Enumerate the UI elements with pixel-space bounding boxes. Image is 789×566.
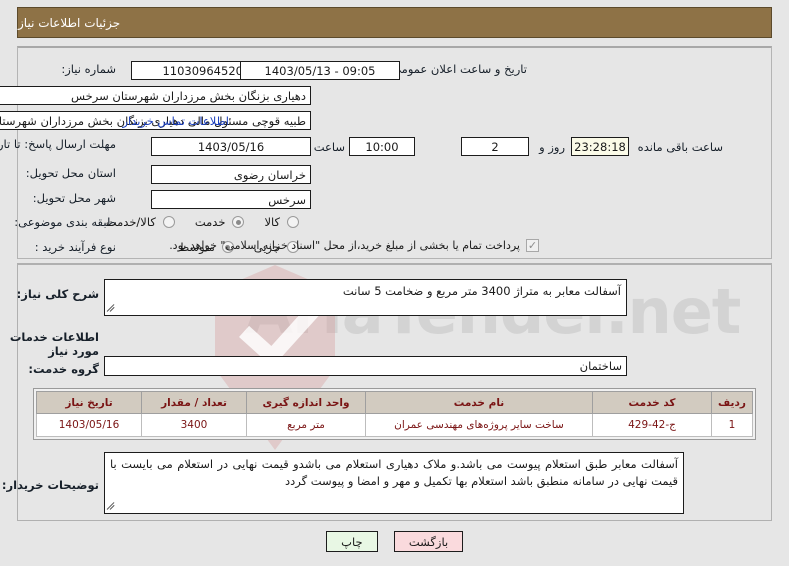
delivery-city-field[interactable]: سرخس [151,190,311,209]
deadline-time-value: 10:00 [365,139,399,154]
cell-radif: 1 [711,413,753,437]
delivery-province-field[interactable]: خراسان رضوی [151,165,311,184]
deadline-countdown-label: ساعت باقی مانده [637,140,723,154]
service-group-label: گروه خدمت: [28,362,99,376]
cell-qty: 3400 [141,413,247,437]
radio-icon-kala[interactable] [287,216,299,228]
deadline-countdown-value: 23:28:18 [574,139,626,154]
buyer-notes-resize-grip-icon[interactable] [107,501,117,511]
buyer-notes-label: توضیحات خریدار: [1,478,99,492]
buyer-org-value: دهیاری بزنگان بخش مرزداران شهرستان سرخس [71,88,306,103]
window-title-bar: جزئیات اطلاعات نیاز [17,7,772,38]
subject-category-option-kala[interactable]: کالا [262,215,299,229]
cell-name: ساخت سایر پروژه‌های مهندسی عمران [365,413,593,437]
services-section-heading: اطلاعات خدمات مورد نیاز [9,330,99,358]
buyer-notes-value: آسفالت معابر طبق استعلام پیوست می باشد.و… [110,457,678,488]
deadline-time-label: ساعت [313,140,345,154]
need-number-label: شماره نیاز: [61,62,116,76]
table-header-row: ردیف کد خدمت نام خدمت واحد اندازه گیری ت… [36,391,753,414]
deadline-days-field[interactable]: 2 [461,137,529,156]
service-group-value: ساختمان [579,359,622,373]
table-row[interactable]: 1 ج-42-429 ساخت سایر پروژه‌های مهندسی عم… [36,413,753,437]
public-announce-value: 09:05 - 1403/05/13 [264,63,376,78]
deadline-label: مهلت ارسال پاسخ: تا تاریخ: [0,137,116,151]
th-code: کد خدمت [592,391,712,414]
buyer-contact-link[interactable]: اطلاعات تماس خریدار [122,114,229,128]
th-need-date: تاریخ نیاز [36,391,142,414]
services-table: ردیف کد خدمت نام خدمت واحد اندازه گیری ت… [36,391,753,437]
public-announce-label: تاریخ و ساعت اعلان عمومی: [388,62,527,76]
deadline-days-label: روز و [539,140,565,154]
subject-category-kala-khedmat-label: کالا/خدمت [105,215,156,229]
subject-category-label: طبقه بندی موضوعی: [14,215,116,229]
cell-need-date: 1403/05/16 [36,413,142,437]
deadline-countdown-field: 23:28:18 [571,137,629,156]
general-desc-value: آسفالت معابر به متراژ 3400 متر مربع و ضخ… [342,284,621,298]
delivery-city-value: سرخس [268,192,306,207]
subject-category-option-kala-khedmat[interactable]: کالا/خدمت [104,215,175,229]
th-qty: تعداد / مقدار [141,391,247,414]
services-table-outer: ردیف کد خدمت نام خدمت واحد اندازه گیری ت… [33,388,756,440]
treasury-bond-note: پرداخت تمام یا بخشی از مبلغ خرید،از محل … [169,239,520,252]
delivery-province-label: استان محل تحویل: [25,166,116,180]
back-button[interactable]: بازگشت [393,531,464,552]
subject-category-kala-label: کالا [264,215,280,229]
page-title: جزئیات اطلاعات نیاز [18,15,121,30]
cell-code: ج-42-429 [592,413,712,437]
general-desc-label: شرح کلی نیاز: [16,287,99,301]
service-group-field[interactable]: ساختمان [104,356,627,376]
subject-category-khedmat-label: خدمت [194,215,226,229]
th-radif: ردیف [711,391,753,414]
purchase-process-label: نوع فرآیند خرید : [34,240,116,254]
radio-icon-kala-khedmat[interactable] [162,216,175,228]
print-button[interactable]: چاپ [325,531,378,552]
th-name: نام خدمت [365,391,593,414]
delivery-province-value: خراسان رضوی [233,167,306,182]
buyer-notes-textarea[interactable]: آسفالت معابر طبق استعلام پیوست می باشد.و… [104,452,684,514]
services-table-wrap: ردیف کد خدمت نام خدمت واحد اندازه گیری ت… [33,388,756,440]
general-desc-textarea[interactable]: آسفالت معابر به متراژ 3400 متر مربع و ضخ… [104,279,627,316]
cell-unit: متر مربع [246,413,366,437]
resize-grip-icon[interactable] [107,303,117,313]
delivery-city-label: شهر محل تحویل: [32,191,116,205]
action-button-bar: بازگشت چاپ [0,531,789,552]
deadline-days-value: 2 [491,139,499,154]
subject-category-option-khedmat[interactable]: خدمت [193,215,245,229]
deadline-date-value: 1403/05/16 [197,139,265,154]
radio-icon-khedmat[interactable] [232,216,245,228]
public-announce-field[interactable]: 09:05 - 1403/05/13 [240,61,400,80]
treasury-bond-checkbox[interactable]: ✓ [526,239,539,252]
th-unit: واحد اندازه گیری [246,391,366,414]
buyer-org-field[interactable]: دهیاری بزنگان بخش مرزداران شهرستان سرخس [0,86,311,105]
deadline-date-field[interactable]: 1403/05/16 [151,137,311,156]
deadline-time-field[interactable]: 10:00 [349,137,415,156]
